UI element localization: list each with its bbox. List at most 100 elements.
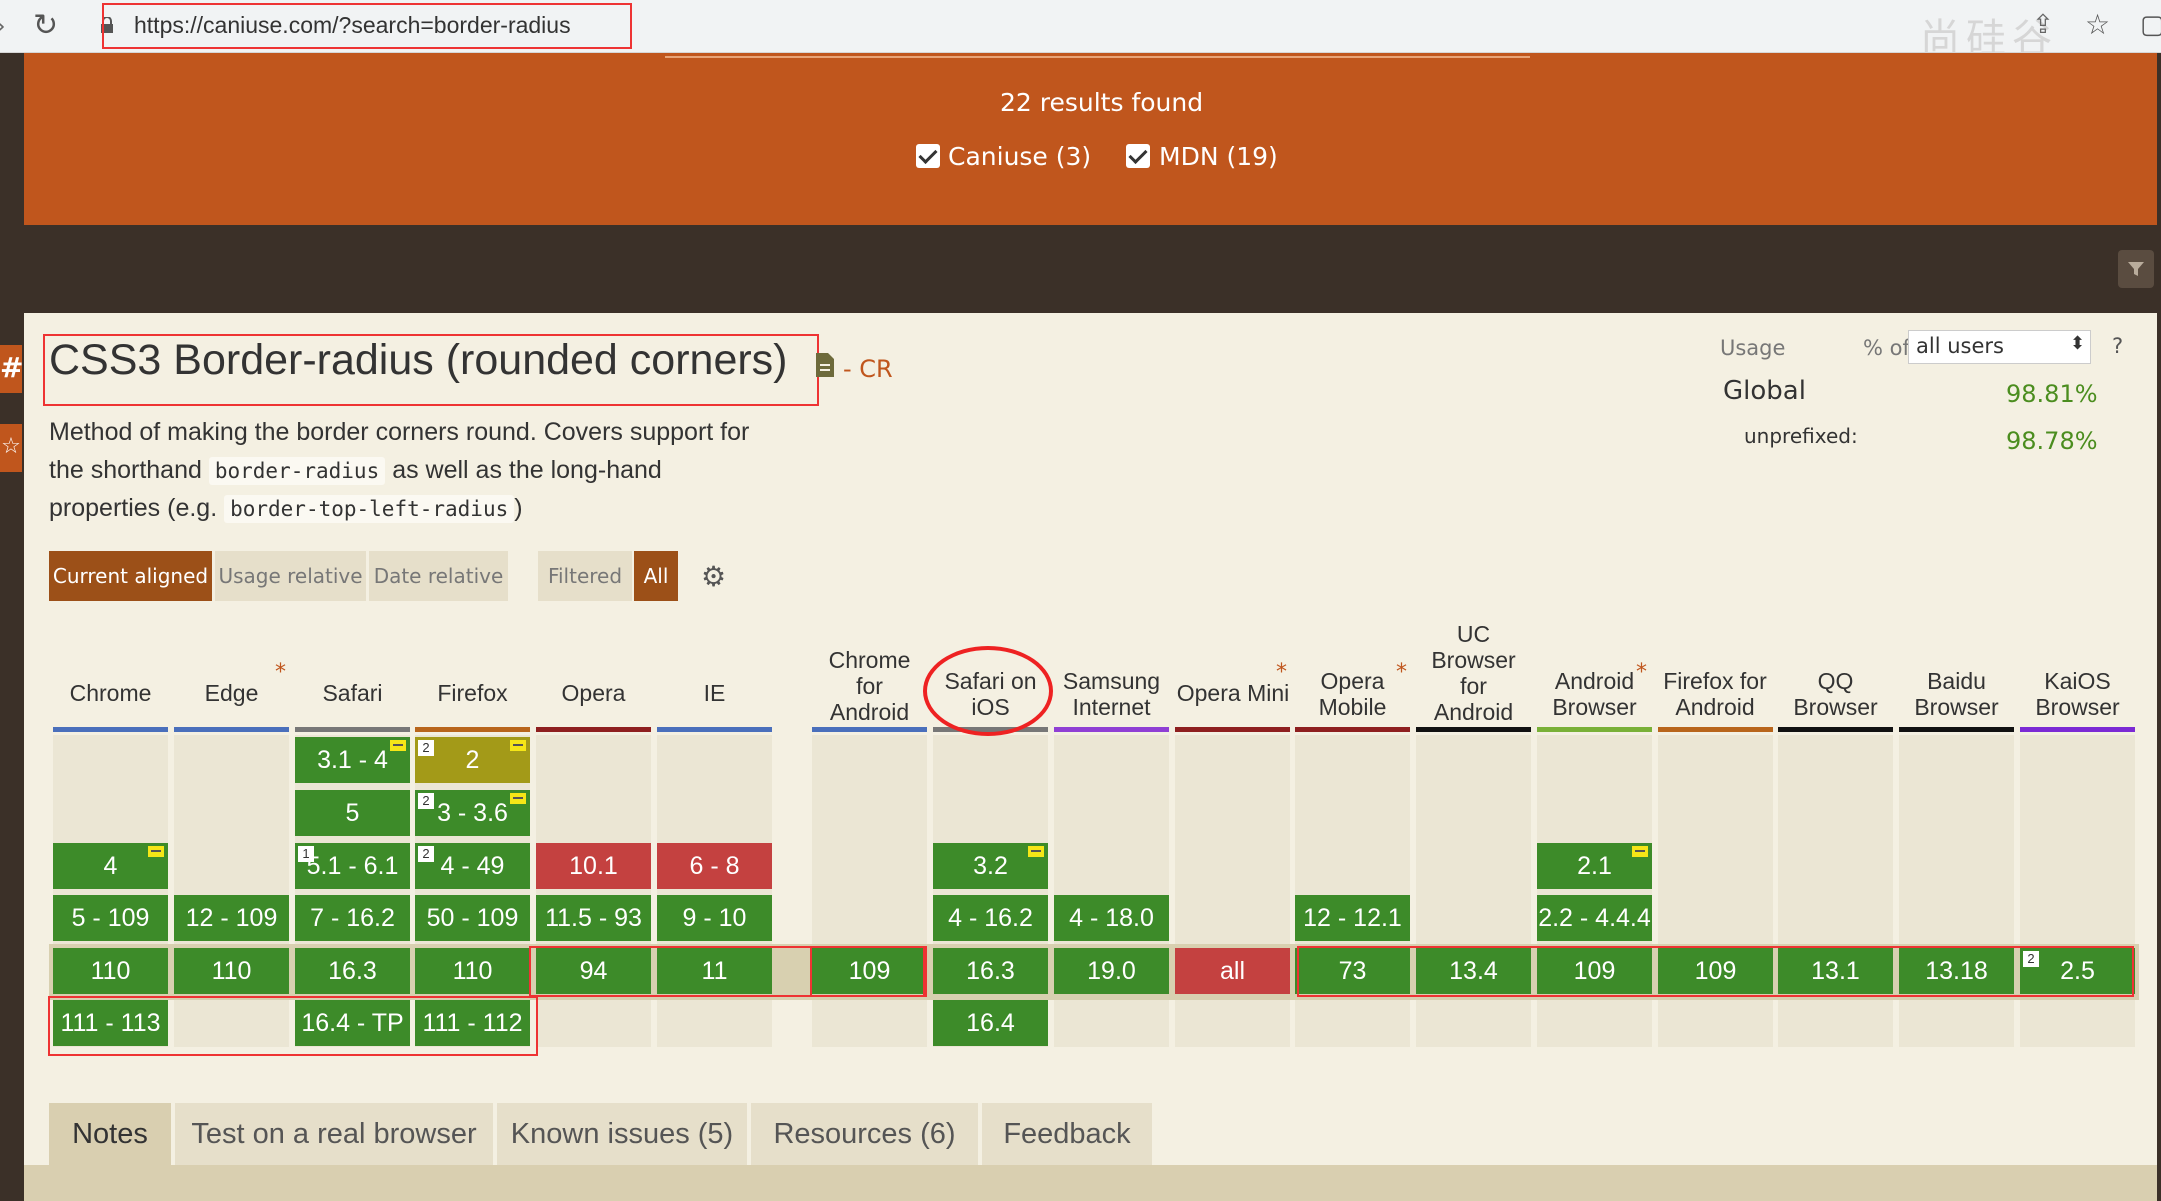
support-cell[interactable]: 2.2 - 4.4.4: [1537, 895, 1652, 941]
window-icon[interactable]: ▢: [2140, 10, 2161, 40]
support-cell[interactable]: 4 - 18.0: [1054, 895, 1169, 941]
version-range: 16.4: [966, 1009, 1015, 1037]
tab-resources[interactable]: Resources (6): [751, 1103, 978, 1165]
version-range: 10.1: [569, 852, 618, 880]
mdn-filter-label[interactable]: MDN (19): [1159, 142, 1278, 171]
support-cell[interactable]: 4: [53, 843, 168, 889]
support-cell[interactable]: 6 - 8: [657, 843, 772, 889]
android-column: [1537, 735, 1652, 1047]
support-cell[interactable]: 1 5.1 - 6.1: [295, 843, 410, 889]
support-cell-current[interactable]: 110: [53, 948, 168, 994]
browser-color-bar: [174, 727, 289, 732]
tab-feedback[interactable]: Feedback: [982, 1103, 1152, 1165]
mdn-checkbox[interactable]: [1126, 144, 1150, 168]
support-cell-current[interactable]: 19.0: [1054, 948, 1169, 994]
caniuse-checkbox[interactable]: [916, 144, 940, 168]
browser-header-ie: IE: [703, 680, 726, 706]
tab-known-issues[interactable]: Known issues (5): [497, 1103, 747, 1165]
reload-icon[interactable]: ↻: [33, 8, 58, 43]
support-cell[interactable]: 3.2: [933, 843, 1048, 889]
browser-name: Browser: [1793, 694, 1878, 720]
usage-relative-button[interactable]: Usage relative: [215, 551, 366, 601]
support-cell[interactable]: 2 4 - 49: [415, 843, 530, 889]
support-cell-current[interactable]: 16.3: [295, 948, 410, 994]
version-range: 2.1: [1577, 852, 1612, 880]
opera-column: [536, 735, 651, 1047]
version-range: 50 - 109: [426, 904, 519, 932]
support-cell[interactable]: 7 - 16.2: [295, 895, 410, 941]
filter-button[interactable]: [2118, 250, 2154, 288]
browser-color-bar: [1416, 727, 1531, 732]
version-range: 5: [345, 799, 360, 827]
settings-gear-icon[interactable]: ⚙: [701, 560, 726, 593]
version-range: 4 - 49: [440, 852, 505, 880]
support-cell[interactable]: 12 - 109: [174, 895, 289, 941]
notes-asterisk-icon: *: [275, 660, 286, 685]
bookmark-star-icon[interactable]: ☆: [2085, 8, 2110, 41]
ie-column: [657, 735, 772, 1047]
support-cell-current[interactable]: 110: [415, 948, 530, 994]
note-badge: 2: [418, 740, 434, 756]
support-cell[interactable]: 3.1 - 4: [295, 737, 410, 783]
current-aligned-button[interactable]: Current aligned: [49, 551, 212, 601]
support-cell-current[interactable]: 110: [174, 948, 289, 994]
share-icon[interactable]: ⇪: [2032, 10, 2054, 40]
spec-document-icon[interactable]: [815, 352, 835, 378]
all-button[interactable]: All: [634, 551, 678, 601]
favorite-star-tab[interactable]: ☆: [0, 424, 22, 472]
help-icon[interactable]: ?: [2112, 334, 2123, 358]
version-range: all: [1219, 957, 1245, 985]
support-cell[interactable]: 10.1: [536, 843, 651, 889]
unprefixed-usage-label: unprefixed:: [1744, 424, 1858, 448]
version-range: 12 - 109: [185, 904, 278, 932]
browser-name: Chrome: [828, 647, 911, 673]
browser-name: Browser: [2035, 694, 2120, 720]
version-range: 11.5 - 93: [545, 904, 642, 932]
code-border-top-left-radius: border-top-left-radius: [224, 495, 515, 523]
version-range: 7 - 16.2: [310, 904, 395, 932]
date-relative-button[interactable]: Date relative: [369, 551, 508, 601]
right-edge: [2157, 53, 2161, 1201]
browser-header-kaios: KaiOS Browser: [2020, 668, 2135, 720]
permalink-hash-tab[interactable]: #: [0, 345, 23, 393]
forward-arrow-icon[interactable]: ›: [0, 12, 6, 40]
feature-description-line: the shorthand border-radius as well as t…: [49, 456, 662, 485]
browser-color-bar: [657, 727, 772, 732]
support-cell-future[interactable]: 16.4: [933, 1000, 1048, 1046]
address-bar-url: https://caniuse.com/?search=border-radiu…: [134, 12, 571, 38]
support-cell[interactable]: 22: [415, 737, 530, 783]
support-cell[interactable]: 11.5 - 93: [536, 895, 651, 941]
description-text: as well as the long-hand: [392, 456, 662, 484]
support-cell[interactable]: 9 - 10: [657, 895, 772, 941]
browser-name: Mobile: [1318, 694, 1387, 720]
notes-asterisk-icon: *: [1396, 660, 1407, 685]
browser-name: Android: [1554, 668, 1635, 694]
support-cell[interactable]: 5: [295, 790, 410, 836]
browser-name: Baidu: [1927, 668, 1986, 694]
browser-header-samsung: Samsung Internet: [1054, 668, 1169, 720]
support-cell[interactable]: 2.1: [1537, 843, 1652, 889]
support-cell[interactable]: 50 - 109: [415, 895, 530, 941]
browser-color-bar: [295, 727, 410, 732]
support-cell[interactable]: 12 - 12.1: [1295, 895, 1410, 941]
tab-test-real-browser[interactable]: Test on a real browser: [175, 1103, 493, 1165]
version-range: 3 - 3.6: [437, 799, 508, 827]
tab-notes[interactable]: Notes: [49, 1103, 171, 1165]
support-cell-current[interactable]: 16.3: [933, 948, 1048, 994]
support-cell[interactable]: 23 - 3.6: [415, 790, 530, 836]
filtered-button[interactable]: Filtered: [538, 551, 632, 601]
support-cell-current[interactable]: all: [1175, 948, 1290, 994]
browser-header-opera-mobile: Opera Mobile: [1295, 668, 1410, 720]
browser-name: Internet: [1072, 694, 1151, 720]
browser-color-bar: [812, 727, 927, 732]
browser-name: Browser: [1914, 694, 1999, 720]
annotation-box-mobile: [1297, 946, 2134, 997]
note-badge: 2: [418, 793, 434, 809]
support-cell[interactable]: 4 - 16.2: [933, 895, 1048, 941]
caniuse-filter-label[interactable]: Caniuse (3): [948, 142, 1091, 171]
spec-status[interactable]: - CR: [843, 355, 893, 383]
browser-color-bar: [1054, 727, 1169, 732]
browser-name: Edge: [204, 680, 259, 706]
support-cell[interactable]: 5 - 109: [53, 895, 168, 941]
version-range: 5 - 109: [71, 904, 150, 932]
